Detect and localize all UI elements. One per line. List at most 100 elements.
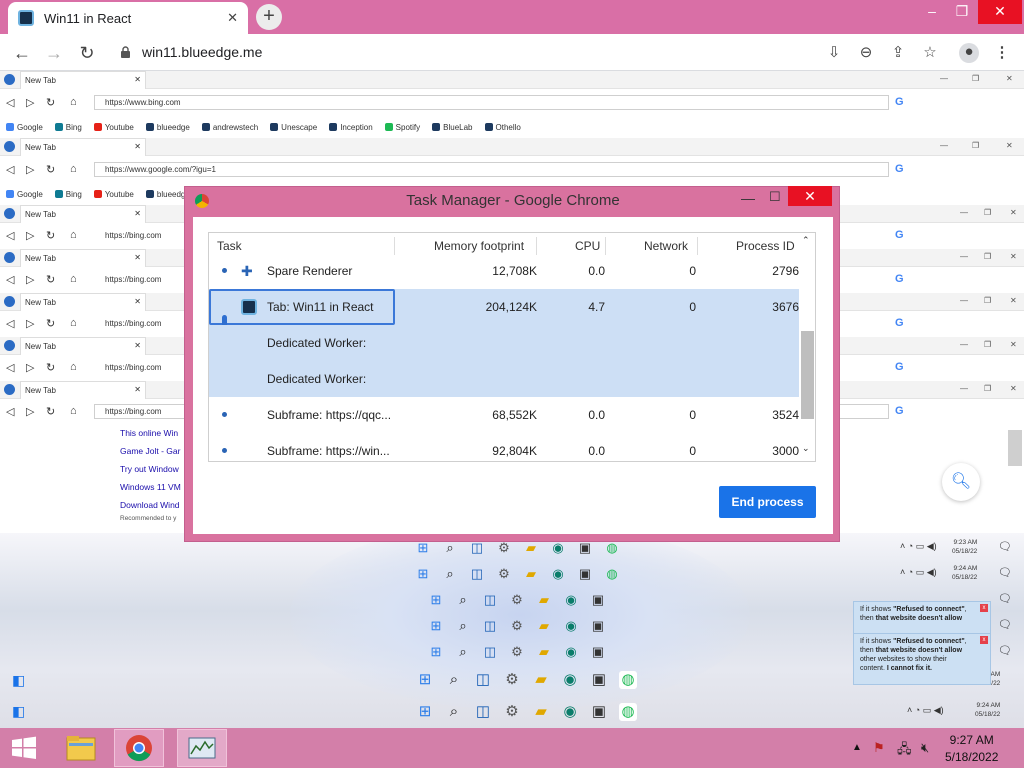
bookmark-item[interactable]: Spotify bbox=[384, 123, 420, 132]
bookmark-item[interactable]: Google bbox=[6, 190, 43, 199]
back-icon[interactable]: ← bbox=[11, 42, 33, 64]
store-icon[interactable]: ▣ bbox=[590, 671, 608, 689]
edge-icon[interactable]: ◉ bbox=[561, 703, 579, 721]
back-icon[interactable]: ◁ bbox=[6, 273, 14, 286]
close-window-button[interactable]: ✕ bbox=[788, 186, 832, 206]
bookmark-item[interactable]: BlueLab bbox=[432, 123, 473, 132]
forward-icon[interactable]: ▷ bbox=[26, 317, 34, 330]
task-view-icon[interactable]: ◫ bbox=[474, 703, 492, 721]
store-icon[interactable]: ▣ bbox=[589, 591, 607, 609]
table-row[interactable]: Dedicated Worker: bbox=[209, 361, 799, 397]
close-icon[interactable]: ✕ bbox=[134, 75, 141, 84]
close-window-button[interactable]: ✕ bbox=[978, 0, 1022, 24]
file-explorer-button[interactable] bbox=[56, 729, 106, 767]
file-explorer-icon[interactable]: ▰ bbox=[535, 617, 553, 635]
reload-icon[interactable]: ↻ bbox=[46, 361, 55, 374]
tray-icons[interactable]: ˄ ◔ ▭ ◀) bbox=[900, 541, 937, 552]
bookmark-star-icon[interactable]: ☆ bbox=[921, 44, 939, 62]
nested-tab[interactable]: New Tab ✕ bbox=[20, 71, 146, 89]
windows-icon[interactable]: ⊞ bbox=[427, 591, 445, 609]
zoom-icon[interactable]: ⊖ bbox=[857, 44, 875, 62]
settings-icon[interactable]: ⚙ bbox=[503, 703, 521, 721]
edge-icon[interactable]: ◉ bbox=[549, 565, 567, 583]
scroll-up-icon[interactable]: ⌃ bbox=[802, 235, 810, 246]
settings-icon[interactable]: ⚙ bbox=[495, 565, 513, 583]
close-icon[interactable]: ✕ bbox=[134, 385, 141, 394]
forward-icon[interactable]: ▷ bbox=[26, 273, 34, 286]
settings-icon[interactable]: ⚙ bbox=[503, 671, 521, 689]
show-hidden-icons[interactable]: ▲ bbox=[852, 742, 862, 753]
address-bar[interactable]: win11.blueedge.me bbox=[142, 44, 262, 60]
task-view-icon[interactable]: ◫ bbox=[481, 617, 499, 635]
restore-icon[interactable]: ❐ bbox=[972, 141, 979, 150]
nested-url-field[interactable]: https://www.bing.com bbox=[94, 95, 889, 110]
bookmark-item[interactable]: Youtube bbox=[93, 190, 134, 199]
close-icon[interactable]: ✕ bbox=[134, 341, 141, 350]
bookmark-item[interactable]: blueedge bbox=[145, 123, 190, 132]
restore-icon[interactable]: ❐ bbox=[984, 208, 991, 217]
notification-icon[interactable]: 🗨︎ bbox=[998, 566, 1012, 579]
reload-icon[interactable]: ↻ bbox=[46, 273, 55, 286]
spotify-icon[interactable]: ◍ bbox=[619, 703, 637, 721]
windows-icon[interactable]: ⊞ bbox=[416, 703, 434, 721]
store-icon[interactable]: ▣ bbox=[576, 565, 594, 583]
lock-icon[interactable] bbox=[120, 46, 131, 58]
windows-icon[interactable]: ⊞ bbox=[416, 671, 434, 689]
back-icon[interactable]: ◁ bbox=[6, 163, 14, 176]
windows-icon[interactable]: ⊞ bbox=[427, 617, 445, 635]
install-app-icon[interactable]: ⇩ bbox=[825, 44, 843, 62]
windows-icon[interactable]: ⊞ bbox=[414, 565, 432, 583]
edge-icon[interactable]: ◉ bbox=[562, 591, 580, 609]
minimize-icon[interactable]: — bbox=[960, 252, 968, 261]
task-view-icon[interactable]: ◫ bbox=[481, 591, 499, 609]
edge-icon[interactable]: ◉ bbox=[561, 671, 579, 689]
windows-start-icon[interactable] bbox=[10, 736, 38, 760]
search-result-link[interactable]: Game Jolt - Gar bbox=[120, 446, 180, 456]
restore-icon[interactable]: ❐ bbox=[984, 340, 991, 349]
notification-icon[interactable]: 🗨︎ bbox=[998, 592, 1012, 605]
file-explorer-icon[interactable]: ▰ bbox=[535, 591, 553, 609]
bookmark-item[interactable]: andrewstech bbox=[201, 123, 258, 132]
restore-icon[interactable]: ❐ bbox=[984, 252, 991, 261]
close-icon[interactable]: x bbox=[980, 636, 988, 644]
google-icon[interactable]: G bbox=[895, 96, 904, 108]
store-icon[interactable]: ▣ bbox=[589, 617, 607, 635]
action-center-flag-icon[interactable]: ⚑ bbox=[873, 740, 885, 756]
search-icon[interactable]: 🔍︎ bbox=[942, 463, 980, 501]
task-manager-taskbar-button[interactable] bbox=[177, 729, 227, 767]
close-icon[interactable]: x bbox=[980, 604, 988, 612]
start-layout-icon[interactable]: ◧ bbox=[12, 703, 25, 720]
minimize-icon[interactable]: — bbox=[940, 74, 948, 83]
search-icon[interactable]: ⌕ bbox=[445, 671, 463, 689]
network-icon[interactable]: 🖧︎ bbox=[897, 740, 912, 762]
bookmark-item[interactable]: Bing bbox=[54, 190, 82, 199]
bookmark-item[interactable]: Inception bbox=[329, 123, 373, 132]
search-icon[interactable]: ⌕ bbox=[441, 565, 459, 583]
table-row[interactable]: Tab: Win11 in React 204,124K 4.7 0 3676 bbox=[209, 289, 799, 397]
restore-icon[interactable]: ❐ bbox=[984, 296, 991, 305]
close-icon[interactable]: ✕ bbox=[1006, 141, 1013, 150]
task-view-icon[interactable]: ◫ bbox=[474, 671, 492, 689]
close-icon[interactable]: ✕ bbox=[1010, 252, 1017, 261]
search-icon[interactable]: ⌕ bbox=[454, 591, 472, 609]
file-explorer-icon[interactable]: ▰ bbox=[522, 565, 540, 583]
store-icon[interactable]: ▣ bbox=[590, 703, 608, 721]
close-icon[interactable]: ✕ bbox=[134, 142, 141, 151]
back-icon[interactable]: ◁ bbox=[6, 405, 14, 418]
search-result-link[interactable]: This online Win bbox=[120, 428, 178, 438]
page-scrollbar[interactable] bbox=[1008, 430, 1022, 466]
table-row[interactable]: Subframe: https://qqc... 68,552K 0.0 0 3524 bbox=[209, 397, 799, 433]
nested-tab[interactable]: New Tab ✕ bbox=[20, 381, 146, 399]
google-icon[interactable]: G bbox=[895, 163, 904, 175]
forward-icon[interactable]: → bbox=[43, 42, 65, 64]
browser-tab[interactable]: Win11 in React ✕ bbox=[8, 2, 248, 34]
file-explorer-icon[interactable]: ▰ bbox=[532, 703, 550, 721]
close-tab-icon[interactable]: ✕ bbox=[227, 10, 238, 26]
notification-icon[interactable]: 🗨︎ bbox=[998, 540, 1012, 553]
share-icon[interactable]: ⇪ bbox=[889, 44, 907, 62]
back-icon[interactable]: ◁ bbox=[6, 229, 14, 242]
home-icon[interactable]: ⌂ bbox=[70, 229, 77, 241]
start-layout-icon[interactable]: ◧ bbox=[12, 672, 25, 689]
forward-icon[interactable]: ▷ bbox=[26, 163, 34, 176]
google-icon[interactable]: G bbox=[895, 273, 904, 285]
